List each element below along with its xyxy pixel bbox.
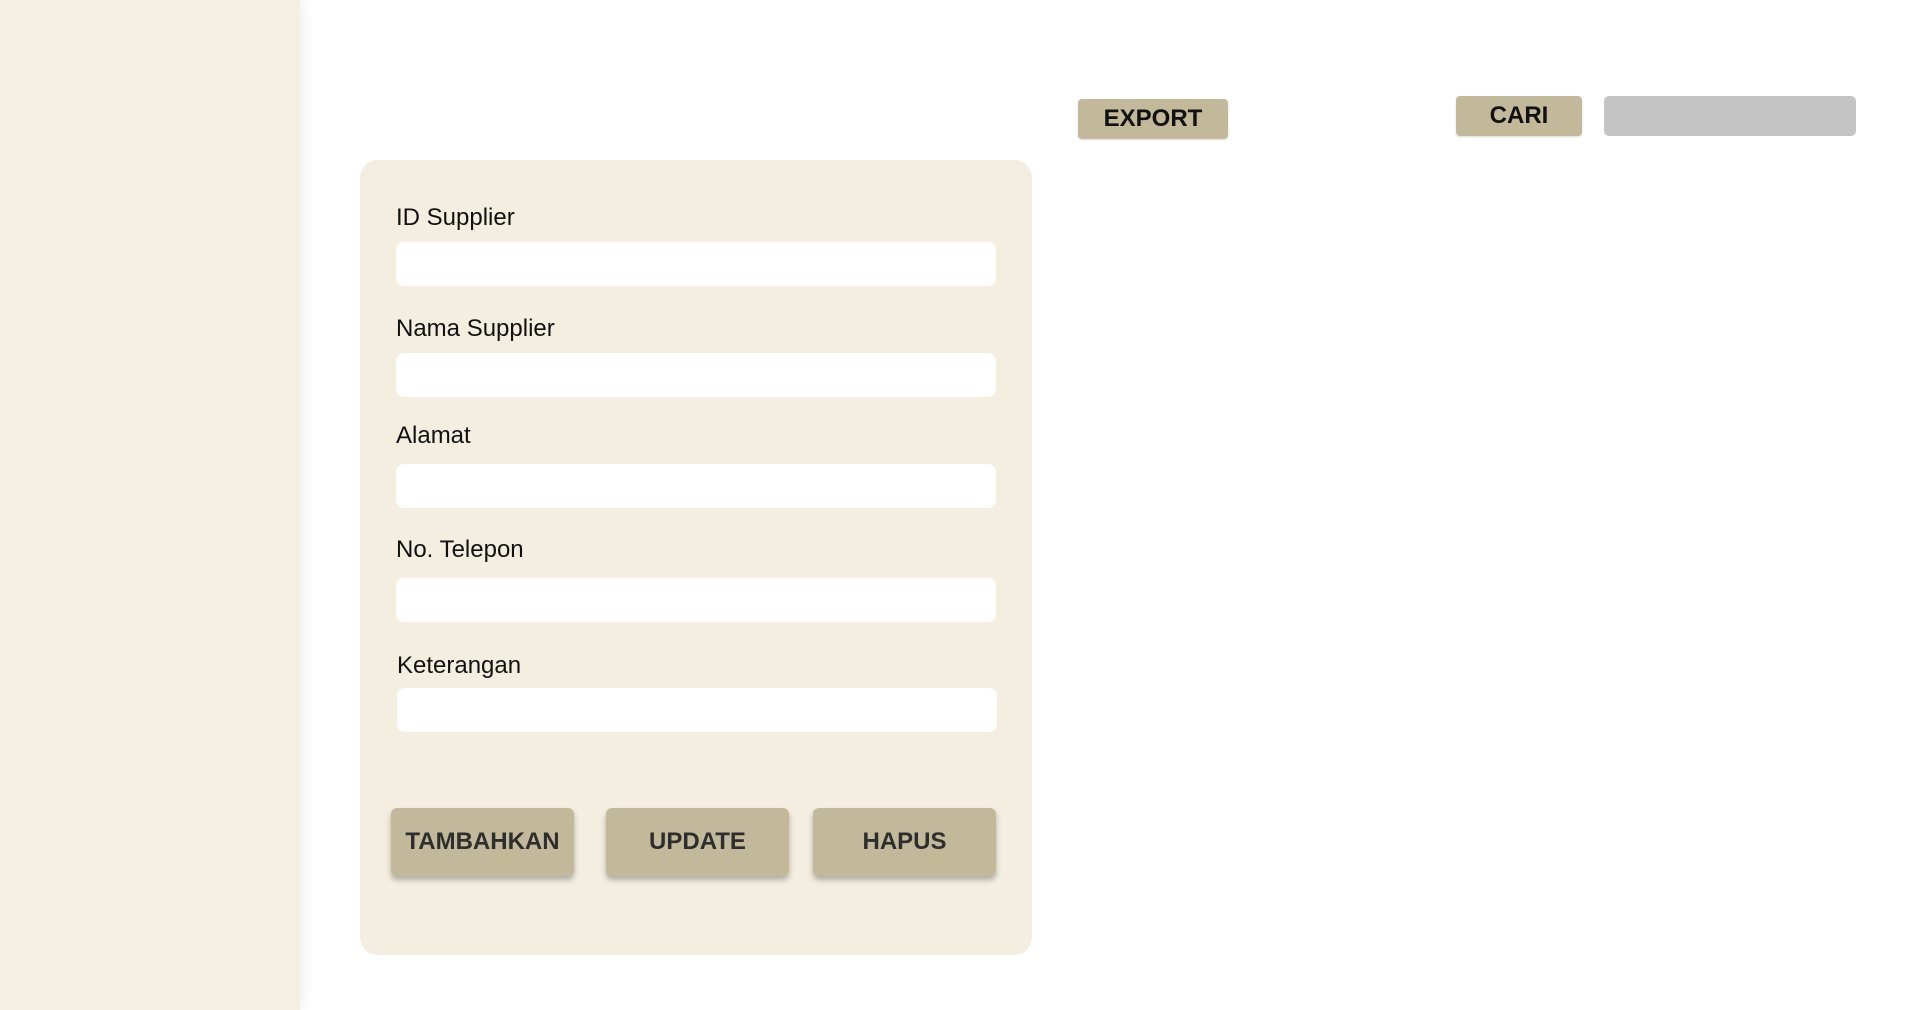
supplier-form-panel: ID Supplier Nama Supplier Alamat No. Tel… xyxy=(360,160,1032,955)
add-button[interactable]: TAMBAHKAN xyxy=(391,808,574,876)
nama-supplier-field[interactable] xyxy=(396,353,996,397)
update-button[interactable]: UPDATE xyxy=(606,808,789,876)
no-telepon-field[interactable] xyxy=(396,578,996,622)
sidebar xyxy=(0,0,300,1010)
no-telepon-label: No. Telepon xyxy=(396,536,524,563)
export-button[interactable]: EXPORT xyxy=(1078,99,1228,139)
search-button[interactable]: CARI xyxy=(1456,96,1582,136)
keterangan-label: Keterangan xyxy=(397,652,522,679)
delete-button[interactable]: HAPUS xyxy=(813,808,996,876)
nama-supplier-label: Nama Supplier xyxy=(396,315,555,342)
alamat-field[interactable] xyxy=(396,464,996,508)
app-window: EXPORT CARI ID Supplier Nama Supplier Al… xyxy=(0,0,1920,1010)
keterangan-field[interactable] xyxy=(397,688,997,732)
search-input[interactable] xyxy=(1604,96,1856,136)
id-supplier-field[interactable] xyxy=(396,242,996,286)
alamat-label: Alamat xyxy=(396,422,471,449)
id-supplier-label: ID Supplier xyxy=(396,204,515,231)
